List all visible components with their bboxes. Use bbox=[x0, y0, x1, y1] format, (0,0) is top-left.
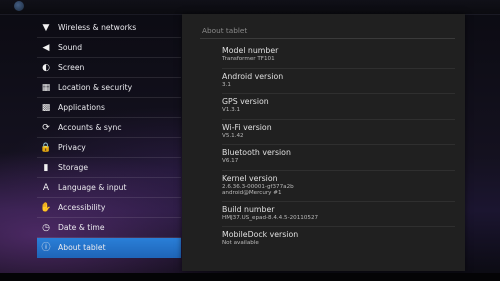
info-icon: ⓘ bbox=[41, 242, 51, 253]
brightness-icon: ◐ bbox=[42, 62, 50, 73]
sidebar-item-sound[interactable]: ◀ Sound bbox=[37, 38, 181, 58]
clock-icon: ◷ bbox=[42, 222, 50, 233]
sidebar-item-accounts-sync[interactable]: ⟳ Accounts & sync bbox=[37, 118, 181, 138]
entry-title: Build number bbox=[222, 204, 275, 214]
entry-title: Wi-Fi version bbox=[222, 122, 272, 132]
sidebar-item-location-security[interactable]: ▦ Location & security bbox=[37, 78, 181, 98]
system-bar bbox=[0, 273, 500, 281]
wireless-icon: ▼ bbox=[42, 22, 50, 33]
settings-sidebar: ▼ Wireless & networks ◀ Sound ◐ Screen ▦… bbox=[37, 18, 181, 258]
sidebar-item-label: Accounts & sync bbox=[58, 123, 122, 132]
sidebar-item-screen[interactable]: ◐ Screen bbox=[37, 58, 181, 78]
sidebar-item-date-time[interactable]: ◷ Date & time bbox=[37, 218, 181, 238]
panel-title: About tablet bbox=[202, 26, 248, 35]
entry-value: V1.3.1 bbox=[222, 107, 241, 113]
sidebar-item-wireless[interactable]: ▼ Wireless & networks bbox=[37, 18, 181, 38]
storage-icon: ▮ bbox=[43, 162, 49, 173]
sidebar-item-storage[interactable]: ▮ Storage bbox=[37, 158, 181, 178]
apps-icon: ▩ bbox=[41, 102, 51, 113]
entry-mobiledock-version[interactable]: MobileDock version Not available bbox=[222, 227, 455, 253]
language-icon: A bbox=[42, 182, 50, 193]
entry-value-secondary: android@Mercury #1 bbox=[222, 190, 282, 197]
sidebar-item-label: Date & time bbox=[58, 223, 105, 232]
lock-icon: 🔒 bbox=[40, 142, 52, 153]
entry-bluetooth-version[interactable]: Bluetooth version V6.17 bbox=[222, 145, 455, 171]
divider bbox=[200, 38, 455, 39]
details-panel: About tablet Model number Transformer TF… bbox=[182, 14, 465, 271]
entry-value: V6.17 bbox=[222, 158, 239, 164]
entry-gps-version[interactable]: GPS version V1.3.1 bbox=[222, 94, 455, 120]
entry-title: MobileDock version bbox=[222, 230, 299, 239]
sidebar-item-label: Screen bbox=[58, 63, 85, 72]
entry-title: Kernel version bbox=[222, 173, 278, 183]
entry-title: Bluetooth version bbox=[222, 148, 291, 157]
sidebar-item-privacy[interactable]: 🔒 Privacy bbox=[37, 138, 181, 158]
sidebar-item-label: Storage bbox=[58, 163, 89, 172]
sidebar-item-label: Accessibility bbox=[58, 203, 106, 212]
about-entries: Model number Transformer TF101 Android v… bbox=[222, 43, 455, 253]
sync-icon: ⟳ bbox=[42, 122, 50, 133]
entry-model-number[interactable]: Model number Transformer TF101 bbox=[222, 43, 455, 69]
accessibility-icon: ✋ bbox=[40, 202, 52, 213]
sidebar-item-label: About tablet bbox=[58, 243, 106, 252]
entry-value: 2.6.36.3-00001-gf377a2b bbox=[222, 183, 294, 190]
entry-android-version[interactable]: Android version 3.1 bbox=[222, 69, 455, 94]
sidebar-item-about-tablet[interactable]: ⓘ About tablet bbox=[37, 238, 181, 258]
entry-value: Not available bbox=[222, 240, 259, 246]
entry-value: HMJ37.US_epad-8.4.4.5-20110527 bbox=[222, 214, 319, 221]
speaker-icon: ◀ bbox=[42, 42, 50, 53]
sidebar-item-label: Language & input bbox=[58, 183, 127, 192]
sidebar-item-label: Wireless & networks bbox=[58, 23, 137, 32]
entry-value: 3.1 bbox=[222, 81, 231, 88]
entry-title: GPS version bbox=[222, 97, 269, 106]
sidebar-item-label: Sound bbox=[58, 43, 83, 52]
status-bar bbox=[0, 0, 500, 15]
sidebar-item-applications[interactable]: ▩ Applications bbox=[37, 98, 181, 118]
entry-title: Android version bbox=[222, 71, 284, 81]
entry-build-number[interactable]: Build number HMJ37.US_epad-8.4.4.5-20110… bbox=[222, 202, 455, 227]
sidebar-item-language-input[interactable]: A Language & input bbox=[37, 178, 181, 198]
grid-lock-icon: ▦ bbox=[41, 82, 51, 93]
sidebar-item-accessibility[interactable]: ✋ Accessibility bbox=[37, 198, 181, 218]
sidebar-item-label: Location & security bbox=[58, 83, 133, 92]
sidebar-item-label: Privacy bbox=[58, 143, 86, 152]
sidebar-item-label: Applications bbox=[58, 103, 105, 112]
entry-value: Transformer TF101 bbox=[222, 56, 275, 62]
entry-kernel-version[interactable]: Kernel version 2.6.36.3-00001-gf377a2b a… bbox=[222, 171, 455, 202]
entry-value: V5.1.42 bbox=[222, 132, 244, 139]
entry-wifi-version[interactable]: Wi-Fi version V5.1.42 bbox=[222, 120, 455, 145]
entry-title: Model number bbox=[222, 46, 279, 55]
app-icon bbox=[14, 1, 24, 11]
